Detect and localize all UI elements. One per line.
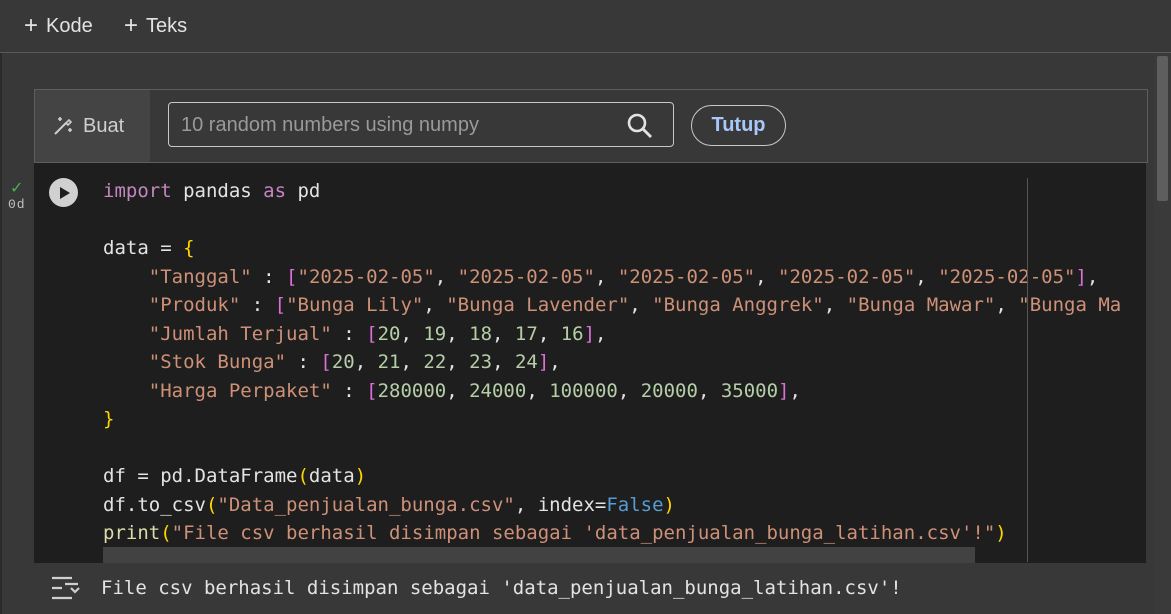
prompt-input[interactable] [179, 103, 623, 148]
code-line: "Tanggal" : ["2025-02-05", "2025-02-05",… [148, 265, 1099, 288]
search-icon[interactable] [626, 112, 654, 140]
play-icon [59, 186, 70, 199]
code-line: print("File csv berhasil disimpan sebaga… [103, 522, 1007, 544]
plus-icon: + [124, 12, 139, 39]
add-text-button[interactable]: + Teks [124, 13, 187, 39]
generate-button[interactable]: Buat [35, 90, 150, 162]
code-line: data = { [103, 237, 195, 259]
add-text-label: Teks [146, 14, 188, 37]
code-line: df = pd.DataFrame(data) [103, 465, 367, 487]
column-ruler [1027, 178, 1028, 562]
generate-bar: Buat Tutup [34, 89, 1148, 163]
close-button[interactable]: Tutup [691, 105, 786, 146]
horizontal-scrollbar[interactable] [103, 547, 975, 563]
notebook-toolbar: + Kode + Teks [0, 0, 1171, 53]
scrollbar-thumb[interactable] [1157, 56, 1168, 201]
generate-label: Buat [83, 114, 125, 137]
code-line: "Stok Bunga" : [20, 21, 22, 23, 24], [148, 351, 561, 373]
code-line: "Jumlah Terjual" : [20, 19, 18, 17, 16], [148, 322, 607, 345]
run-cell-button[interactable] [49, 178, 78, 207]
plus-icon: + [24, 12, 39, 39]
code-editor[interactable]: import pandas as pd data = { "Tanggal" :… [103, 177, 1137, 557]
prompt-field [168, 102, 674, 148]
execution-time: 0d [8, 197, 26, 212]
add-code-button[interactable]: + Kode [24, 13, 93, 39]
magic-wand-icon [54, 117, 73, 135]
output-menu-icon[interactable] [49, 574, 81, 602]
add-code-label: Kode [46, 14, 93, 37]
code-line: "Produk" : ["Bunga Lily", "Bunga Lavende… [148, 294, 1122, 316]
check-icon: ✓ [10, 180, 24, 197]
code-line: df.to_csv("Data_penjualan_bunga.csv", in… [103, 493, 675, 516]
code-line: "Harga Perpaket" : [280000, 24000, 10000… [148, 379, 801, 402]
code-line: } [103, 408, 115, 430]
left-gutter [0, 53, 2, 614]
output-text: File csv berhasil disimpan sebagai 'data… [101, 577, 902, 599]
code-line: import pandas as pd [103, 180, 321, 202]
